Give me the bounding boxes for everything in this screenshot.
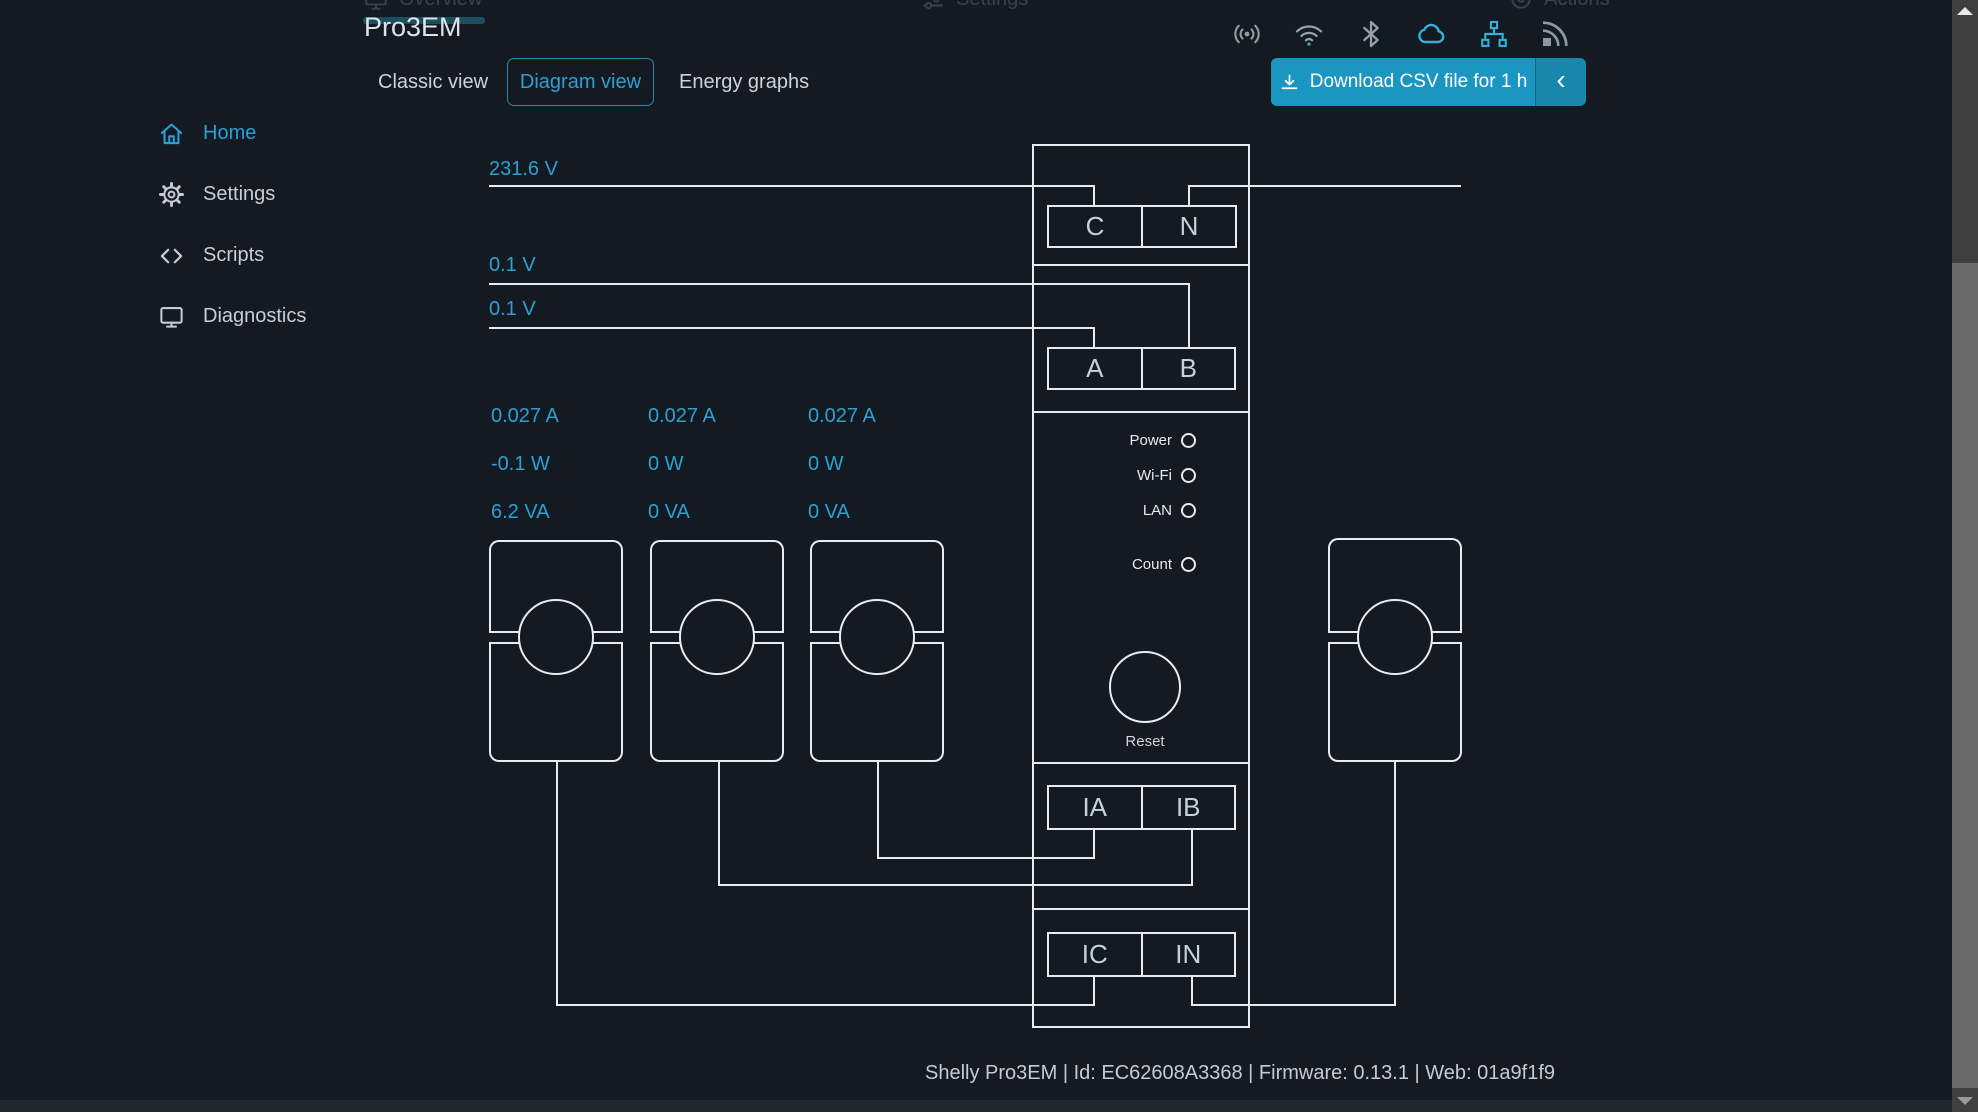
wire-segment bbox=[556, 1004, 1095, 1006]
clamp-aperture bbox=[839, 599, 915, 675]
device-section-divider bbox=[1032, 264, 1250, 266]
reset-label: Reset bbox=[1109, 733, 1181, 750]
phase2-apparent-power: 0 VA bbox=[648, 501, 690, 524]
terminal-row-iaib: IA IB bbox=[1047, 785, 1236, 830]
power-led bbox=[1181, 433, 1196, 448]
led-row-lan: LAN bbox=[1092, 501, 1196, 519]
voltage-phase-c: 231.6 V bbox=[489, 158, 558, 181]
led-label: Wi-Fi bbox=[1092, 467, 1172, 484]
terminal-c: C bbox=[1049, 207, 1143, 246]
device-section-divider bbox=[1032, 762, 1250, 764]
lan-led bbox=[1181, 503, 1196, 518]
terminal-b: B bbox=[1143, 349, 1235, 388]
led-row-count: Count bbox=[1092, 555, 1196, 573]
voltage-phase-b: 0.1 V bbox=[489, 254, 536, 277]
terminal-a: A bbox=[1049, 349, 1143, 388]
phase1-power: -0.1 W bbox=[491, 453, 550, 476]
terminal-n: N bbox=[1143, 207, 1235, 246]
device-section-divider bbox=[1032, 908, 1250, 910]
terminal-row-cn: C N bbox=[1047, 205, 1237, 248]
wire-segment bbox=[877, 760, 879, 859]
led-row-wifi: Wi-Fi bbox=[1092, 466, 1196, 484]
wifi-led bbox=[1181, 468, 1196, 483]
terminal-ic: IC bbox=[1049, 934, 1143, 975]
wire-segment bbox=[1394, 760, 1396, 1006]
device-section-divider bbox=[1032, 411, 1250, 413]
led-row-power: Power bbox=[1092, 431, 1196, 449]
wire-segment bbox=[556, 760, 558, 1006]
horizontal-scrollbar[interactable] bbox=[0, 1100, 1952, 1112]
wire-segment bbox=[489, 327, 1095, 329]
device-info: Shelly Pro3EM | Id: EC62608A3368 | Firmw… bbox=[925, 1062, 1555, 1085]
terminal-row-icin: IC IN bbox=[1047, 932, 1236, 977]
wiring-diagram: 231.6 V 0.1 V 0.1 V 0.027 A 0.027 A 0.02… bbox=[0, 0, 1978, 1112]
terminal-ib: IB bbox=[1143, 787, 1235, 828]
device-outline bbox=[1032, 144, 1250, 1028]
reset-button bbox=[1109, 651, 1181, 723]
wire-segment bbox=[718, 760, 720, 886]
phase2-power: 0 W bbox=[648, 453, 684, 476]
scroll-down-arrow[interactable] bbox=[1957, 1097, 1973, 1105]
led-label: Power bbox=[1092, 432, 1172, 449]
led-label: LAN bbox=[1092, 502, 1172, 519]
terminal-ia: IA bbox=[1049, 787, 1143, 828]
phase1-apparent-power: 6.2 VA bbox=[491, 501, 550, 524]
phase1-current: 0.027 A bbox=[491, 405, 559, 428]
scrollbar-thumb[interactable] bbox=[1952, 263, 1978, 1088]
voltage-phase-a: 0.1 V bbox=[489, 298, 536, 321]
phase3-current: 0.027 A bbox=[808, 405, 876, 428]
clamp-aperture bbox=[679, 599, 755, 675]
phase3-power: 0 W bbox=[808, 453, 844, 476]
phase2-current: 0.027 A bbox=[648, 405, 716, 428]
terminal-in: IN bbox=[1143, 934, 1235, 975]
terminal-row-ab: A B bbox=[1047, 347, 1236, 390]
vertical-scrollbar[interactable] bbox=[1952, 0, 1978, 1112]
wire-segment bbox=[489, 185, 1095, 187]
clamp-aperture bbox=[518, 599, 594, 675]
count-led bbox=[1181, 557, 1196, 572]
scroll-up-arrow[interactable] bbox=[1957, 7, 1973, 15]
phase3-apparent-power: 0 VA bbox=[808, 501, 850, 524]
led-label: Count bbox=[1092, 556, 1172, 573]
clamp-aperture bbox=[1357, 599, 1433, 675]
